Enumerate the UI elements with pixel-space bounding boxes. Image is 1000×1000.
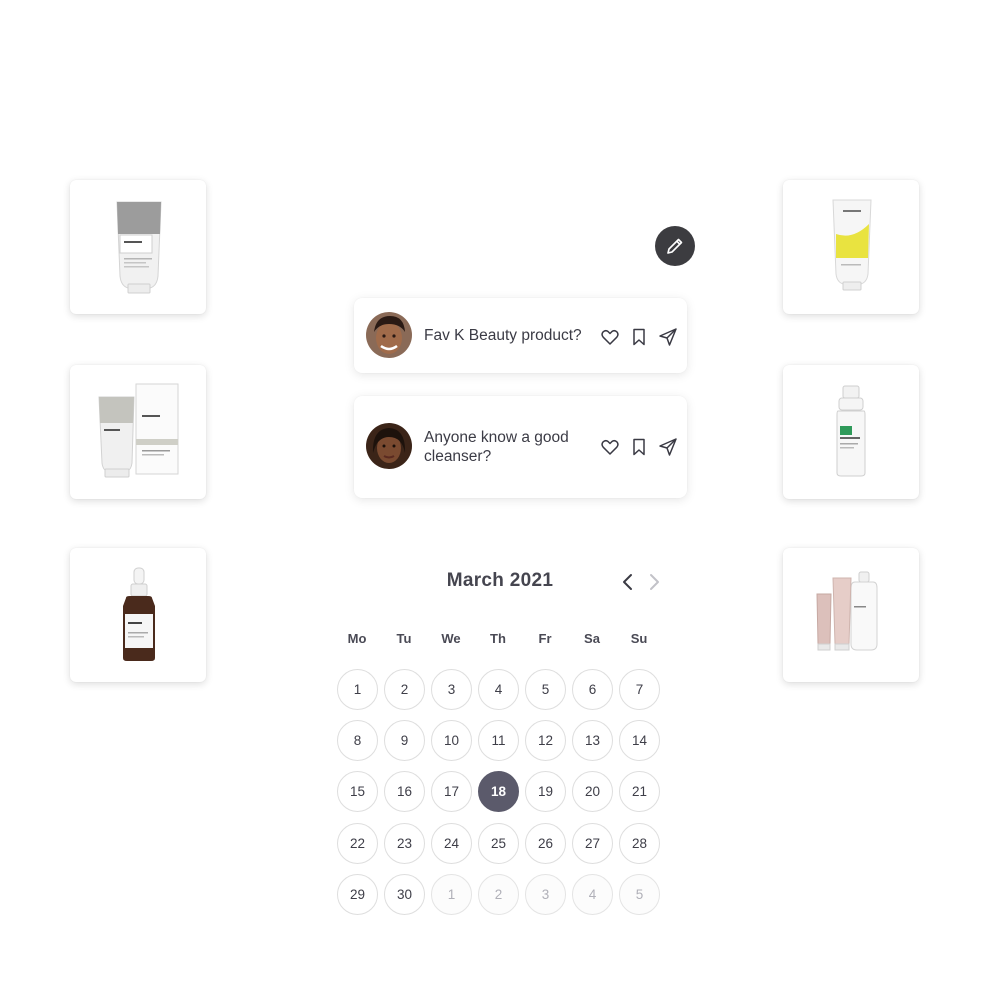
previous-month-button[interactable] xyxy=(618,572,638,592)
calendar-day[interactable]: 5 xyxy=(619,874,660,915)
calendar-day[interactable]: 11 xyxy=(478,720,519,761)
calendar-day[interactable]: 29 xyxy=(337,874,378,915)
calendar-day[interactable]: 19 xyxy=(525,771,566,812)
calendar-day[interactable]: 26 xyxy=(525,823,566,864)
product-card-5[interactable] xyxy=(783,365,919,499)
calendar-day[interactable]: 1 xyxy=(337,669,378,710)
dropper-serum-bottle-icon xyxy=(123,567,155,661)
yellow-label-tube-icon xyxy=(832,199,872,291)
calendar-day[interactable]: 21 xyxy=(619,771,660,812)
calendar-day[interactable]: 2 xyxy=(384,669,425,710)
product-card-6[interactable] xyxy=(783,548,919,682)
pink-tubes-and-bottle-set-icon xyxy=(816,571,878,651)
calendar-day[interactable]: 12 xyxy=(525,720,566,761)
bookmark-icon xyxy=(633,328,645,346)
selected-day[interactable]: 18 xyxy=(478,771,519,812)
calendar-day[interactable]: 20 xyxy=(572,771,613,812)
post-card[interactable]: Fav K Beauty product? xyxy=(354,298,687,373)
like-button[interactable] xyxy=(599,326,621,348)
bookmark-button[interactable] xyxy=(628,326,650,348)
calendar-day[interactable]: 25 xyxy=(478,823,519,864)
bookmark-button[interactable] xyxy=(628,436,650,458)
calendar-day[interactable]: 30 xyxy=(384,874,425,915)
product-card-4[interactable] xyxy=(783,180,919,314)
pencil-icon xyxy=(667,238,683,254)
calendar-day[interactable]: 22 xyxy=(337,823,378,864)
foaming-pump-bottle-icon xyxy=(836,385,866,477)
product-card-2[interactable] xyxy=(70,365,206,499)
calendar-day[interactable]: 2 xyxy=(478,874,519,915)
calendar-day[interactable]: 23 xyxy=(384,823,425,864)
weekday-label: Su xyxy=(630,631,648,646)
like-button[interactable] xyxy=(599,436,621,458)
post-text: Fav K Beauty product? xyxy=(424,327,582,344)
calendar-day[interactable]: 6 xyxy=(572,669,613,710)
bookmark-icon xyxy=(633,438,645,456)
weekday-label: Fr xyxy=(538,631,552,646)
calendar-day[interactable]: 8 xyxy=(337,720,378,761)
edit-button[interactable] xyxy=(655,226,695,266)
calendar-day[interactable]: 15 xyxy=(337,771,378,812)
send-icon xyxy=(659,438,677,456)
weekday-label: We xyxy=(441,631,461,646)
avatar[interactable] xyxy=(366,312,412,358)
send-icon xyxy=(659,328,677,346)
calendar-day[interactable]: 14 xyxy=(619,720,660,761)
chevron-right-icon xyxy=(650,574,659,590)
calendar-day[interactable]: 4 xyxy=(478,669,519,710)
avatar[interactable] xyxy=(366,423,412,469)
calendar-day[interactable]: 16 xyxy=(384,771,425,812)
calendar-day[interactable]: 1 xyxy=(431,874,472,915)
calendar-day[interactable]: 3 xyxy=(431,669,472,710)
calendar-day[interactable]: 9 xyxy=(384,720,425,761)
calendar-day[interactable]: 7 xyxy=(619,669,660,710)
calendar-day[interactable]: 5 xyxy=(525,669,566,710)
share-button[interactable] xyxy=(657,436,679,458)
weekday-label: Mo xyxy=(347,631,367,646)
calendar-day[interactable]: 13 xyxy=(572,720,613,761)
calendar-day[interactable]: 4 xyxy=(572,874,613,915)
heart-icon xyxy=(601,329,619,345)
weekday-label: Th xyxy=(490,631,506,646)
calendar-day[interactable]: 28 xyxy=(619,823,660,864)
calendar-month-title: March 2021 xyxy=(446,570,554,591)
product-card-1[interactable] xyxy=(70,180,206,314)
post-card[interactable]: Anyone know a good cleanser? xyxy=(354,396,687,498)
share-button[interactable] xyxy=(657,326,679,348)
calendar-day[interactable]: 17 xyxy=(431,771,472,812)
cream-tube-with-box-icon xyxy=(98,383,179,478)
calendar-day[interactable]: 3 xyxy=(525,874,566,915)
white-cream-tube-icon xyxy=(116,201,162,294)
post-text: Anyone know a good cleanser? xyxy=(424,429,569,465)
heart-icon xyxy=(601,439,619,455)
chevron-left-icon xyxy=(623,574,632,590)
weekday-label: Sa xyxy=(584,631,600,646)
calendar-day[interactable]: 27 xyxy=(572,823,613,864)
next-month-button[interactable] xyxy=(644,572,664,592)
calendar-day[interactable]: 24 xyxy=(431,823,472,864)
product-card-3[interactable] xyxy=(70,548,206,682)
weekday-label: Tu xyxy=(396,631,412,646)
calendar-day[interactable]: 10 xyxy=(431,720,472,761)
